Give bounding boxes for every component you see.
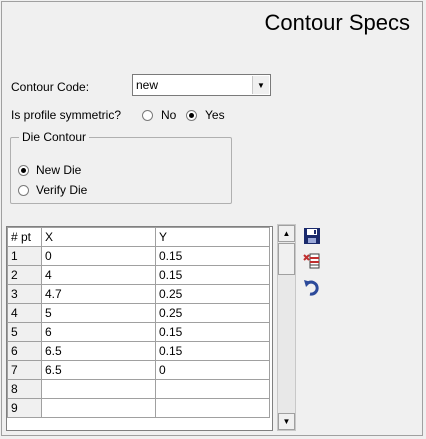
x-cell[interactable]: 6.5 bbox=[41, 360, 156, 380]
row-index: 9 bbox=[7, 398, 42, 418]
table-row: 9 bbox=[7, 398, 270, 418]
y-cell[interactable] bbox=[155, 398, 270, 418]
table-row: 7 6.5 0 bbox=[7, 360, 270, 380]
x-cell[interactable]: 6 bbox=[41, 322, 156, 342]
table-row: 1 0 0.15 bbox=[7, 246, 270, 266]
row-index: 4 bbox=[7, 303, 42, 323]
x-cell[interactable]: 6.5 bbox=[41, 341, 156, 361]
x-cell[interactable] bbox=[41, 379, 156, 399]
table-row: 8 bbox=[7, 379, 270, 399]
row-index: 1 bbox=[7, 246, 42, 266]
column-header-pt: # pt bbox=[7, 227, 42, 247]
contour-code-label: Contour Code: bbox=[11, 80, 90, 94]
chevron-down-icon[interactable]: ▼ bbox=[252, 76, 269, 94]
contour-specs-panel: Contour Specs Contour Code: new ▼ Is pro… bbox=[1, 1, 423, 436]
grid-scrollbar[interactable]: ▲ ▼ bbox=[277, 224, 296, 431]
points-table: # pt X Y 1 0 0.15 2 4 0.15 3 4.7 0.25 4 … bbox=[7, 227, 270, 418]
column-header-y: Y bbox=[155, 227, 270, 247]
row-index: 8 bbox=[7, 379, 42, 399]
die-contour-title: Die Contour bbox=[19, 130, 90, 144]
row-index: 2 bbox=[7, 265, 42, 285]
delete-rows-icon[interactable] bbox=[302, 251, 322, 271]
y-cell[interactable]: 0.15 bbox=[155, 246, 270, 266]
symmetric-label: Is profile symmetric? bbox=[11, 108, 122, 122]
x-cell[interactable]: 4.7 bbox=[41, 284, 156, 304]
symmetric-yes-radio[interactable] bbox=[186, 110, 197, 121]
contour-code-value: new bbox=[136, 78, 159, 92]
table-row: 4 5 0.25 bbox=[7, 303, 270, 323]
x-cell[interactable]: 5 bbox=[41, 303, 156, 323]
y-cell[interactable] bbox=[155, 379, 270, 399]
contour-code-dropdown[interactable]: new ▼ bbox=[132, 74, 271, 96]
scroll-down-icon[interactable]: ▼ bbox=[278, 413, 295, 430]
symmetric-yes-label: Yes bbox=[205, 108, 225, 122]
row-index: 3 bbox=[7, 284, 42, 304]
verify-die-radio[interactable] bbox=[18, 185, 29, 196]
y-cell[interactable]: 0 bbox=[155, 360, 270, 380]
table-row: 3 4.7 0.25 bbox=[7, 284, 270, 304]
y-cell[interactable]: 0.15 bbox=[155, 322, 270, 342]
x-cell[interactable]: 4 bbox=[41, 265, 156, 285]
table-row: 6 6.5 0.15 bbox=[7, 341, 270, 361]
row-index: 5 bbox=[7, 322, 42, 342]
y-cell[interactable]: 0.25 bbox=[155, 284, 270, 304]
table-row: 2 4 0.15 bbox=[7, 265, 270, 285]
save-icon[interactable] bbox=[302, 226, 322, 246]
symmetric-no-label: No bbox=[161, 108, 177, 122]
die-contour-group: Die Contour New Die Verify Die bbox=[10, 130, 232, 204]
undo-icon[interactable] bbox=[302, 277, 322, 297]
new-die-label: New Die bbox=[36, 163, 82, 177]
y-cell[interactable]: 0.15 bbox=[155, 265, 270, 285]
y-cell[interactable]: 0.25 bbox=[155, 303, 270, 323]
column-header-x: X bbox=[41, 227, 156, 247]
row-index: 7 bbox=[7, 360, 42, 380]
symmetric-no-radio[interactable] bbox=[142, 110, 153, 121]
x-cell[interactable] bbox=[41, 398, 156, 418]
x-cell[interactable]: 0 bbox=[41, 246, 156, 266]
table-row: 5 6 0.15 bbox=[7, 322, 270, 342]
new-die-radio[interactable] bbox=[18, 165, 29, 176]
verify-die-label: Verify Die bbox=[36, 183, 88, 197]
scroll-up-icon[interactable]: ▲ bbox=[278, 225, 295, 242]
page-title: Contour Specs bbox=[264, 10, 410, 35]
scroll-thumb[interactable] bbox=[278, 243, 295, 275]
y-cell[interactable]: 0.15 bbox=[155, 341, 270, 361]
row-index: 6 bbox=[7, 341, 42, 361]
points-grid: # pt X Y 1 0 0.15 2 4 0.15 3 4.7 0.25 4 … bbox=[6, 226, 273, 431]
table-header-row: # pt X Y bbox=[7, 227, 270, 247]
